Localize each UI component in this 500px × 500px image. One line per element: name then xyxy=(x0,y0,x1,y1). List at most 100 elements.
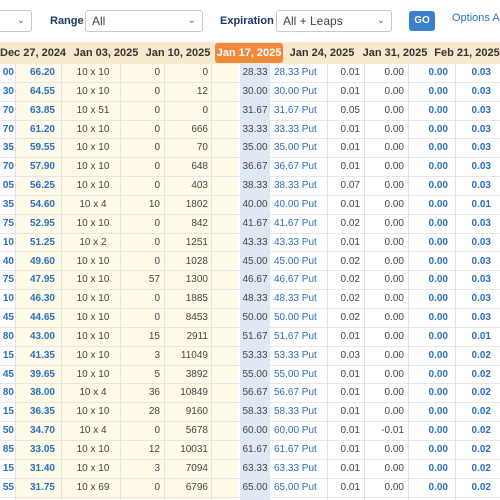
put-ask-price[interactable]: 0.02 xyxy=(466,460,491,479)
row-last-price-partial[interactable]: 10 xyxy=(0,290,14,309)
date-tab-active[interactable]: Jan 17, 2025 xyxy=(215,43,283,63)
put-symbol-link[interactable]: 61.67 Put xyxy=(274,441,324,460)
row-last-price-partial[interactable]: 10 xyxy=(0,234,14,253)
call-bid-price[interactable]: 52.95 xyxy=(16,215,55,234)
put-bid-price[interactable]: 0.00 xyxy=(418,139,448,158)
date-tab[interactable]: Jan 31, 2025 xyxy=(361,42,429,64)
put-symbol-link[interactable]: 56.67 Put xyxy=(274,384,324,403)
call-bid-price[interactable]: 61.20 xyxy=(16,121,55,140)
put-symbol-link[interactable]: 53.33 Put xyxy=(274,347,324,366)
row-last-price-partial[interactable]: 75 xyxy=(0,271,14,290)
put-bid-price[interactable]: 0.00 xyxy=(418,347,448,366)
put-bid-price[interactable]: 0.00 xyxy=(418,366,448,385)
row-last-price-partial[interactable]: 75 xyxy=(0,215,14,234)
row-last-price-partial[interactable]: 85 xyxy=(0,441,14,460)
row-last-price-partial[interactable]: 35 xyxy=(0,196,14,215)
date-tab[interactable]: Jan 10, 2025 xyxy=(144,42,212,64)
row-last-price-partial[interactable]: 15 xyxy=(0,460,14,479)
put-ask-price[interactable]: 0.02 xyxy=(466,403,491,422)
put-ask-price[interactable]: 0.03 xyxy=(466,290,491,309)
row-last-price-partial[interactable]: 15 xyxy=(0,347,14,366)
put-ask-price[interactable]: 0.03 xyxy=(466,83,491,102)
put-symbol-link[interactable]: 36.67 Put xyxy=(274,158,324,177)
put-ask-price[interactable]: 0.03 xyxy=(466,234,491,253)
row-last-price-partial[interactable]: 70 xyxy=(0,102,14,121)
go-button[interactable]: GO xyxy=(409,11,435,31)
call-bid-price[interactable]: 44.65 xyxy=(16,309,55,328)
put-symbol-link[interactable]: 43.33 Put xyxy=(274,234,324,253)
call-bid-price[interactable]: 54.60 xyxy=(16,196,55,215)
symbol-select[interactable]: ⌄ xyxy=(0,10,32,32)
row-last-price-partial[interactable]: 00 xyxy=(0,64,14,83)
put-ask-price[interactable]: 0.03 xyxy=(466,271,491,290)
put-bid-price[interactable]: 0.00 xyxy=(418,196,448,215)
row-last-price-partial[interactable]: 80 xyxy=(0,328,14,347)
call-bid-price[interactable]: 33.05 xyxy=(16,441,55,460)
put-symbol-link[interactable]: 65.00 Put xyxy=(274,479,324,498)
put-symbol-link[interactable]: 48.33 Put xyxy=(274,290,324,309)
put-symbol-link[interactable]: 45.00 Put xyxy=(274,253,324,272)
date-tab[interactable]: Dec 27, 2024 xyxy=(0,42,66,64)
row-last-price-partial[interactable]: 70 xyxy=(0,121,14,140)
put-symbol-link[interactable]: 63.33 Put xyxy=(274,460,324,479)
call-bid-price[interactable]: 41.35 xyxy=(16,347,55,366)
put-symbol-link[interactable]: 55.00 Put xyxy=(274,366,324,385)
row-last-price-partial[interactable]: 15 xyxy=(0,403,14,422)
put-symbol-link[interactable]: 46.67 Put xyxy=(274,271,324,290)
call-bid-price[interactable]: 57.90 xyxy=(16,158,55,177)
put-ask-price[interactable]: 0.03 xyxy=(466,158,491,177)
row-last-price-partial[interactable]: 35 xyxy=(0,139,14,158)
call-bid-price[interactable]: 63.85 xyxy=(16,102,55,121)
put-bid-price[interactable]: 0.00 xyxy=(418,422,448,441)
put-ask-price[interactable]: 0.01 xyxy=(466,328,491,347)
date-tab[interactable]: Jan 24, 2025 xyxy=(288,42,356,64)
call-bid-price[interactable]: 47.95 xyxy=(16,271,55,290)
put-ask-price[interactable]: 0.03 xyxy=(466,121,491,140)
put-ask-price[interactable]: 0.02 xyxy=(466,479,491,498)
call-bid-price[interactable]: 31.40 xyxy=(16,460,55,479)
put-bid-price[interactable]: 0.00 xyxy=(418,309,448,328)
row-last-price-partial[interactable]: 80 xyxy=(0,384,14,403)
put-symbol-link[interactable]: 41.67 Put xyxy=(274,215,324,234)
expiration-select[interactable]: All + Leaps ⌄ xyxy=(276,10,392,32)
row-last-price-partial[interactable]: 45 xyxy=(0,309,14,328)
put-ask-price[interactable]: 0.02 xyxy=(466,441,491,460)
put-symbol-link[interactable]: 38.33 Put xyxy=(274,177,324,196)
call-bid-price[interactable]: 43.00 xyxy=(16,328,55,347)
put-bid-price[interactable]: 0.00 xyxy=(418,177,448,196)
put-symbol-link[interactable]: 30.00 Put xyxy=(274,83,324,102)
put-ask-price[interactable]: 0.01 xyxy=(466,196,491,215)
put-symbol-link[interactable]: 51.67 Put xyxy=(274,328,324,347)
call-bid-price[interactable]: 34.70 xyxy=(16,422,55,441)
call-bid-price[interactable]: 56.25 xyxy=(16,177,55,196)
call-bid-price[interactable]: 36.35 xyxy=(16,403,55,422)
range-select[interactable]: All ⌄ xyxy=(85,10,203,32)
put-bid-price[interactable]: 0.00 xyxy=(418,83,448,102)
row-last-price-partial[interactable]: 45 xyxy=(0,366,14,385)
put-ask-price[interactable]: 0.02 xyxy=(466,366,491,385)
call-bid-price[interactable]: 64.55 xyxy=(16,83,55,102)
put-ask-price[interactable]: 0.03 xyxy=(466,253,491,272)
put-ask-price[interactable]: 0.02 xyxy=(466,347,491,366)
put-ask-price[interactable]: 0.03 xyxy=(466,177,491,196)
call-bid-price[interactable]: 59.55 xyxy=(16,139,55,158)
call-bid-price[interactable]: 46.30 xyxy=(16,290,55,309)
date-tab[interactable]: Feb 21, 2025 xyxy=(434,42,500,64)
put-ask-price[interactable]: 0.03 xyxy=(466,139,491,158)
call-bid-price[interactable]: 51.25 xyxy=(16,234,55,253)
put-ask-price[interactable]: 0.03 xyxy=(466,309,491,328)
call-bid-price[interactable]: 49.60 xyxy=(16,253,55,272)
put-bid-price[interactable]: 0.00 xyxy=(418,234,448,253)
put-bid-price[interactable]: 0.00 xyxy=(418,384,448,403)
put-bid-price[interactable]: 0.00 xyxy=(418,441,448,460)
put-ask-price[interactable]: 0.02 xyxy=(466,422,491,441)
put-ask-price[interactable]: 0.03 xyxy=(466,64,491,83)
call-bid-price[interactable]: 39.65 xyxy=(16,366,55,385)
put-bid-price[interactable]: 0.00 xyxy=(418,102,448,121)
put-bid-price[interactable]: 0.00 xyxy=(418,328,448,347)
put-bid-price[interactable]: 0.00 xyxy=(418,403,448,422)
put-symbol-link[interactable]: 31.67 Put xyxy=(274,102,324,121)
put-bid-price[interactable]: 0.00 xyxy=(418,290,448,309)
put-symbol-link[interactable]: 40.00 Put xyxy=(274,196,324,215)
row-last-price-partial[interactable]: 70 xyxy=(0,158,14,177)
